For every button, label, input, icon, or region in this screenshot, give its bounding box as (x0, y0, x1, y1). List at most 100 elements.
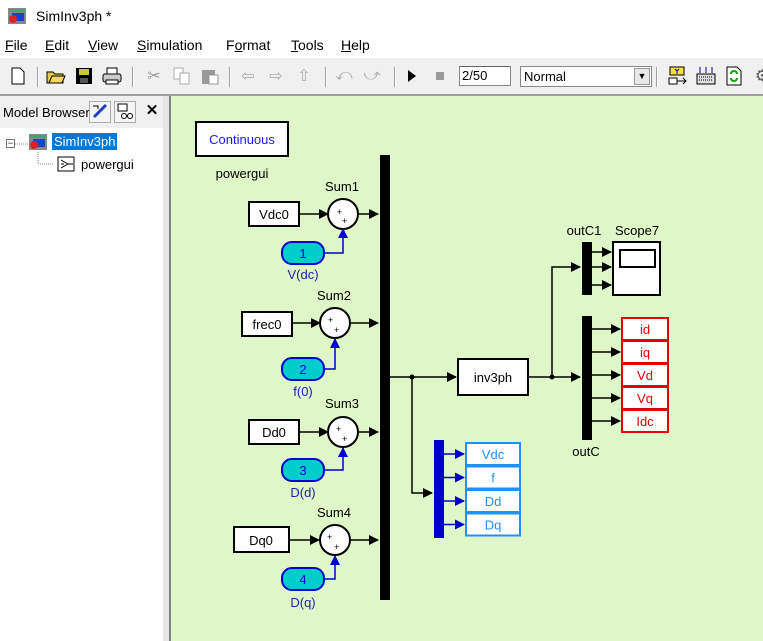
demux-block[interactable] (582, 316, 592, 440)
sum-block-4[interactable]: Sum4 Dq0 + + 4 D(q) (233, 505, 379, 610)
goto-block[interactable]: f (444, 465, 521, 490)
demux-block[interactable] (582, 242, 592, 295)
show-library-links-icon[interactable] (89, 101, 111, 123)
goto-label: Dd (485, 494, 502, 509)
goto-block[interactable]: Dq (444, 512, 521, 537)
back-icon[interactable]: ⇦ (238, 66, 258, 86)
outport-block[interactable]: Vd (592, 363, 669, 387)
paste-icon[interactable] (200, 66, 220, 86)
inport-number: 3 (299, 463, 306, 478)
inport-number: 2 (299, 362, 306, 377)
inport-label: V(dc) (287, 267, 318, 282)
sum-label: Sum4 (317, 505, 351, 520)
tree-connector (15, 143, 29, 145)
collapse-icon[interactable]: − (6, 139, 15, 148)
goto-label: Dq (485, 518, 502, 533)
inport-label: D(d) (290, 485, 315, 500)
debug-icon[interactable]: ⚙ (752, 66, 763, 86)
goto-block[interactable]: Vdc (444, 442, 521, 466)
sum-label: Sum2 (317, 288, 351, 303)
inport-label: f(0) (293, 384, 313, 399)
show-masked-subsystems-icon[interactable] (114, 101, 136, 123)
close-icon[interactable]: ✕ (141, 101, 163, 123)
sum-block-1[interactable]: Sum1 Vdc0 + + 1 V(dc) (248, 179, 379, 282)
sum-block-3[interactable]: Sum3 Dd0 + + 3 D(d) (248, 396, 379, 500)
menu-bar: File Edit View Simulation Format Tools H… (0, 34, 763, 58)
constant-label: Dq0 (249, 533, 273, 548)
menu-tools[interactable]: Tools (291, 37, 324, 53)
signal-line[interactable] (551, 262, 581, 377)
outport-label: Idc (636, 414, 654, 429)
chevron-down-icon[interactable]: ▼ (634, 68, 650, 85)
scope-label: Scope7 (615, 223, 659, 238)
model-browser-title: Model Browser (3, 105, 90, 120)
menu-help[interactable]: Help (341, 37, 370, 53)
menu-simulation[interactable]: Simulation (137, 37, 202, 53)
svg-text:+: + (342, 216, 347, 226)
copy-icon[interactable] (172, 66, 192, 86)
model-explorer-icon[interactable] (696, 66, 716, 86)
tree-item-root[interactable]: SimInv3ph (52, 133, 118, 150)
up-icon[interactable]: ⇧ (294, 66, 314, 86)
stop-icon[interactable] (430, 66, 450, 86)
panel-splitter[interactable] (163, 96, 171, 641)
menu-format[interactable]: Format (226, 37, 270, 53)
undo-icon[interactable]: ⤺ (334, 66, 354, 86)
toolbar-separator (229, 67, 231, 87)
goto-mux-bus[interactable] (434, 440, 444, 538)
simulation-mode-select[interactable]: Normal ▼ (520, 66, 652, 87)
forward-icon[interactable]: ⇨ (266, 66, 286, 86)
powergui-block[interactable]: Continuous (195, 121, 289, 157)
model-browser-panel: Model Browser ✕ − SimInv3ph powergui (0, 96, 165, 641)
sum-label: Sum1 (325, 179, 359, 194)
open-icon[interactable] (46, 66, 66, 86)
svg-text:+: + (334, 542, 339, 552)
redo-icon[interactable]: ⤻ (362, 66, 382, 86)
sum-label: Sum3 (325, 396, 359, 411)
outport-block[interactable]: Vq (592, 386, 669, 410)
model-browser-header: Model Browser ✕ (0, 96, 165, 128)
svg-text:+: + (327, 532, 332, 542)
outport-block[interactable]: Idc (592, 409, 669, 433)
svg-text:+: + (328, 315, 333, 325)
outport-block[interactable]: id (592, 317, 669, 341)
inport-label: D(q) (290, 595, 315, 610)
scope-icon (619, 249, 656, 268)
inport-number: 1 (299, 246, 306, 261)
outport-block[interactable]: iq (592, 340, 669, 364)
update-diagram-icon[interactable] (724, 66, 744, 86)
save-icon[interactable] (74, 66, 94, 86)
outport-label: Vq (637, 391, 653, 406)
new-icon[interactable] (8, 66, 28, 86)
toolbar-separator (394, 67, 396, 87)
outport-label: iq (640, 345, 650, 360)
run-icon[interactable] (402, 66, 422, 86)
mux-bus[interactable] (380, 155, 390, 600)
sum-block-2[interactable]: Sum2 frec0 + + 2 f(0) (241, 288, 379, 399)
toolbar-separator (37, 67, 39, 87)
model-canvas[interactable]: Continuous powergui Sum1 Vdc0 + + 1 V(dc… (171, 96, 763, 641)
svg-text:+: + (336, 424, 341, 434)
simulink-model-icon (29, 134, 47, 150)
library-browser-icon[interactable] (668, 66, 688, 86)
print-icon[interactable] (102, 66, 122, 86)
goto-label: Vdc (482, 447, 505, 462)
cut-icon[interactable]: ✂ (144, 66, 164, 86)
toolbar-separator (132, 67, 134, 87)
menu-edit[interactable]: Edit (45, 37, 69, 53)
menu-file[interactable]: File (5, 37, 28, 53)
constant-label: Vdc0 (259, 207, 289, 222)
subsystem-icon (57, 156, 75, 172)
subsystem-label: inv3ph (474, 370, 512, 385)
inv3ph-subsystem[interactable]: inv3ph (457, 358, 529, 396)
tree-item-powergui[interactable]: powergui (81, 157, 134, 172)
toolbar-separator (656, 67, 658, 87)
signal-line[interactable] (411, 377, 433, 498)
toolbar-separator (325, 67, 327, 87)
block-diagram: Continuous powergui Sum1 Vdc0 + + 1 V(dc… (195, 121, 669, 610)
goto-block[interactable]: Dd (444, 489, 521, 513)
outport-label: Vd (637, 368, 653, 383)
menu-view[interactable]: View (88, 37, 118, 53)
stop-time-field[interactable]: 2/50 (459, 66, 511, 86)
scope-block[interactable] (612, 241, 661, 296)
